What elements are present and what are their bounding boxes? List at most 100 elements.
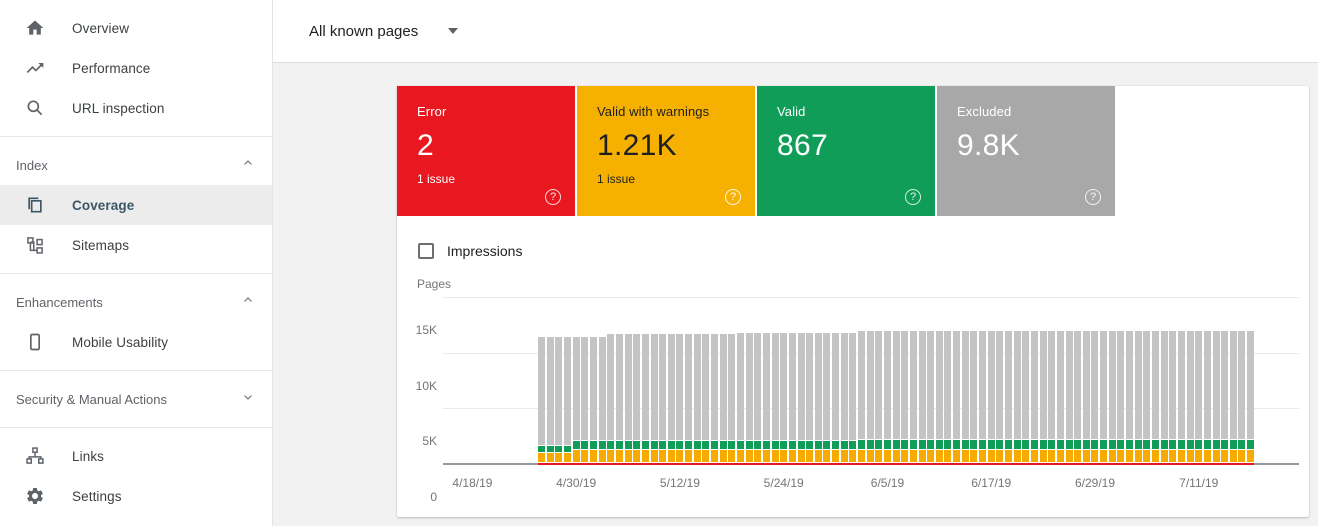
sidebar-item-performance[interactable]: Performance [0, 48, 272, 88]
chart-bar[interactable] [1048, 330, 1056, 463]
sidebar-item-settings[interactable]: Settings [0, 476, 272, 516]
sidebar-item-overview[interactable]: Overview [0, 8, 272, 48]
chart-bar[interactable] [806, 332, 814, 463]
chart-bar[interactable] [1177, 330, 1185, 463]
chart-bar[interactable] [1143, 330, 1151, 463]
chart-bar[interactable] [875, 330, 883, 463]
chart-bar[interactable] [1091, 330, 1099, 463]
chart-bar[interactable] [797, 332, 805, 463]
help-icon[interactable]: ? [905, 189, 921, 205]
sidebar-section-security-manual-actions[interactable]: Security & Manual Actions [0, 379, 272, 419]
chart-bar[interactable] [719, 333, 727, 463]
chart-bar[interactable] [1229, 330, 1237, 463]
chart-bar[interactable] [1212, 330, 1220, 463]
chart-bar[interactable] [1074, 330, 1082, 463]
chart-bar[interactable] [883, 330, 891, 463]
sidebar-section-index[interactable]: Index [0, 145, 272, 185]
chart-bar[interactable] [598, 337, 606, 463]
chart-bar[interactable] [953, 330, 961, 463]
chart-bar[interactable] [1152, 330, 1159, 463]
help-icon[interactable]: ? [545, 189, 561, 205]
chart-bar[interactable] [849, 332, 857, 463]
chart-bar[interactable] [918, 330, 926, 463]
chart-bar[interactable] [1065, 330, 1073, 463]
chart-bar[interactable] [771, 332, 779, 463]
impressions-checkbox[interactable] [418, 243, 434, 259]
chart-bar[interactable] [685, 333, 693, 463]
chart-bar[interactable] [702, 333, 710, 463]
chart-bar[interactable] [555, 337, 563, 463]
help-icon[interactable]: ? [1085, 189, 1101, 205]
chart-bar[interactable] [762, 332, 770, 463]
chart-bar[interactable] [1160, 330, 1168, 463]
sidebar-item-coverage[interactable]: Coverage [0, 185, 272, 225]
excluded-card[interactable]: Excluded 9.8K ? [937, 86, 1115, 216]
chart-bar[interactable] [1056, 330, 1064, 463]
chart-bar[interactable] [935, 330, 943, 463]
chart-bar[interactable] [1100, 330, 1108, 463]
impressions-toggle[interactable]: Impressions [418, 243, 1309, 259]
chart-bar[interactable] [996, 330, 1004, 463]
chart-bar[interactable] [1117, 330, 1125, 463]
chart-bar[interactable] [788, 332, 796, 463]
chart-bar[interactable] [572, 337, 580, 463]
chart-bar[interactable] [1186, 330, 1194, 463]
chart-bar[interactable] [1169, 330, 1177, 463]
sidebar-item-links[interactable]: Links [0, 436, 272, 476]
chart-bar[interactable] [659, 333, 667, 463]
chart-bar[interactable] [693, 333, 701, 463]
chart-bar[interactable] [780, 332, 788, 463]
chart-bar[interactable] [1039, 330, 1047, 463]
chart-bar[interactable] [676, 333, 684, 463]
chart-bar[interactable] [581, 337, 589, 463]
chart-bar[interactable] [892, 330, 900, 463]
chart-bar[interactable] [745, 332, 753, 463]
chart-bar[interactable] [1108, 330, 1116, 463]
chart-bar[interactable] [840, 332, 848, 463]
chart-bar[interactable] [736, 332, 744, 463]
valid-card[interactable]: Valid 867 ? [757, 86, 935, 216]
chart-bar[interactable] [641, 333, 649, 463]
help-icon[interactable]: ? [725, 189, 741, 205]
chart-bar[interactable] [1238, 330, 1246, 463]
chart-bar[interactable] [1030, 330, 1038, 463]
valid-with-warnings-card[interactable]: Valid with warnings 1.21K 1 issue ? [577, 86, 755, 216]
sidebar-item-sitemaps[interactable]: Sitemaps [0, 225, 272, 265]
chart-bar[interactable] [728, 333, 736, 463]
chart-bar[interactable] [546, 337, 554, 463]
chart-bar[interactable] [858, 330, 866, 463]
sidebar-item-mobile-usability[interactable]: Mobile Usability [0, 322, 272, 362]
chart-bar[interactable] [564, 337, 572, 463]
chart-bar[interactable] [615, 333, 623, 463]
chart-bar[interactable] [1022, 330, 1030, 463]
chart-bar[interactable] [1126, 330, 1134, 463]
chart-bar[interactable] [927, 330, 935, 463]
chart-bar[interactable] [909, 330, 917, 463]
chart-bar[interactable] [624, 333, 632, 463]
chart-bar[interactable] [667, 333, 675, 463]
chart-bar[interactable] [1195, 330, 1203, 463]
chart-bar[interactable] [944, 330, 952, 463]
chart-bar[interactable] [650, 333, 658, 463]
chart-bar[interactable] [633, 333, 641, 463]
page-type-dropdown[interactable]: All known pages [309, 23, 459, 40]
chart-bar[interactable] [1203, 330, 1211, 463]
chart-bar[interactable] [1005, 330, 1013, 463]
chart-bar[interactable] [1013, 330, 1021, 463]
error-card[interactable]: Error 2 1 issue ? [397, 86, 575, 216]
chart-bar[interactable] [823, 332, 831, 463]
chart-bar[interactable] [754, 332, 762, 463]
chart-bar[interactable] [1221, 330, 1229, 463]
sidebar-section-enhancements[interactable]: Enhancements [0, 282, 272, 322]
chart-bar[interactable] [832, 332, 840, 463]
chart-bar[interactable] [1134, 330, 1142, 463]
chart-bar[interactable] [970, 330, 978, 463]
chart-bar[interactable] [1082, 330, 1090, 463]
sidebar-item-url-inspection[interactable]: URL inspection [0, 88, 272, 128]
chart-bar[interactable] [589, 337, 597, 463]
chart-bar[interactable] [979, 330, 987, 463]
chart-bar[interactable] [866, 330, 874, 463]
chart-bar[interactable] [901, 330, 909, 463]
chart-bar[interactable] [1247, 330, 1255, 463]
chart-bar[interactable] [607, 333, 615, 463]
